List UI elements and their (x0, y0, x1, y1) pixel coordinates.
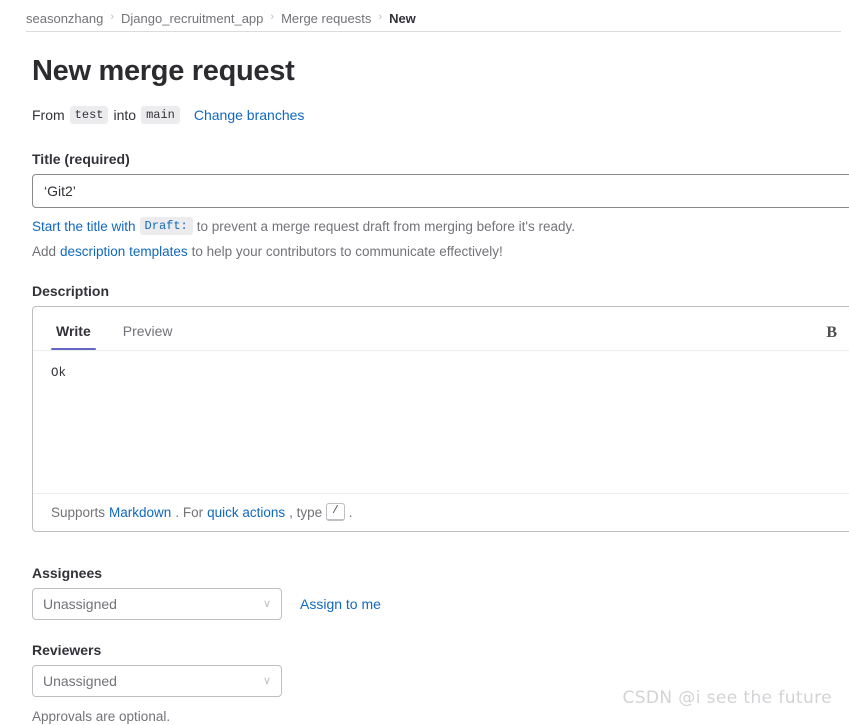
assignees-selected-value: Unassigned (43, 596, 117, 612)
assignees-label: Assignees (32, 565, 103, 581)
breadcrumb-divider (26, 31, 841, 32)
reviewers-label: Reviewers (32, 642, 102, 658)
breadcrumb-item-merge-requests[interactable]: Merge requests (281, 11, 371, 26)
footer-middle-text: . For (175, 504, 204, 520)
description-footer: Supports Markdown . For quick actions , … (33, 493, 849, 531)
merge-request-page: seasonzhang › Django_recruitment_app › M… (0, 0, 849, 725)
footer-period: . (348, 504, 353, 520)
breadcrumb-item-namespace[interactable]: seasonzhang (26, 11, 103, 26)
assignees-row: Unassigned ∨ Assign to me (32, 588, 849, 620)
templates-hint-suffix: to help your contributors to communicate… (191, 244, 503, 259)
bold-icon[interactable]: B (826, 325, 837, 341)
description-textarea[interactable] (33, 351, 849, 493)
draft-code-chip: Draft: (139, 217, 193, 235)
chevron-down-icon: ∨ (262, 674, 271, 687)
chevron-down-icon: ∨ (262, 597, 271, 610)
tab-write[interactable]: Write (51, 323, 96, 350)
change-branches-link[interactable]: Change branches (194, 107, 305, 123)
quick-actions-link[interactable]: quick actions (207, 505, 285, 520)
description-label: Description (32, 283, 110, 299)
templates-hint: Add description templates to help your c… (32, 244, 849, 259)
breadcrumb-item-project[interactable]: Django_recruitment_app (121, 11, 263, 26)
page-title: New merge request (32, 55, 295, 87)
draft-hint: Start the title with Draft: to prevent a… (32, 217, 849, 235)
description-tabs: Write Preview B I (33, 307, 849, 351)
footer-type-label: , type (289, 504, 323, 520)
assignees-section: Assignees Unassigned ∨ Assign to me (32, 565, 849, 620)
title-field-label: Title (required) (32, 151, 130, 167)
breadcrumb: seasonzhang › Django_recruitment_app › M… (0, 0, 849, 32)
main-content: New merge request From test into main Ch… (0, 54, 849, 725)
templates-hint-prefix: Add (32, 244, 57, 259)
source-branch-chip: test (69, 106, 109, 124)
start-title-with-draft-link[interactable]: Start the title with (32, 219, 136, 234)
tab-preview[interactable]: Preview (118, 323, 178, 350)
reviewers-selected-value: Unassigned (43, 673, 117, 689)
description-templates-link[interactable]: description templates (60, 244, 188, 259)
markdown-link[interactable]: Markdown (109, 505, 171, 520)
from-label: From (32, 107, 65, 123)
supports-label: Supports (51, 504, 106, 520)
slash-key-icon: / (326, 503, 345, 521)
assignees-select[interactable]: Unassigned ∨ (32, 588, 282, 620)
breadcrumb-separator: › (110, 10, 115, 23)
breadcrumb-separator: › (378, 10, 383, 23)
branch-summary: From test into main Change branches (32, 105, 849, 125)
into-label: into (113, 107, 137, 123)
draft-hint-text: to prevent a merge request draft from me… (196, 218, 576, 234)
reviewers-section: Reviewers Unassigned ∨ Approvals are opt… (32, 642, 849, 725)
reviewers-row: Unassigned ∨ (32, 665, 849, 697)
description-editor: Write Preview B I Supports Markdown . Fo… (32, 306, 849, 532)
editor-toolbar: B I (826, 325, 849, 350)
assign-to-me-link[interactable]: Assign to me (300, 596, 381, 612)
reviewers-select[interactable]: Unassigned ∨ (32, 665, 282, 697)
breadcrumb-item-new: New (389, 10, 416, 26)
title-input[interactable] (32, 174, 849, 208)
approvals-optional-note: Approvals are optional. (32, 709, 171, 724)
target-branch-chip: main (141, 106, 180, 124)
breadcrumb-separator: › (270, 10, 275, 23)
